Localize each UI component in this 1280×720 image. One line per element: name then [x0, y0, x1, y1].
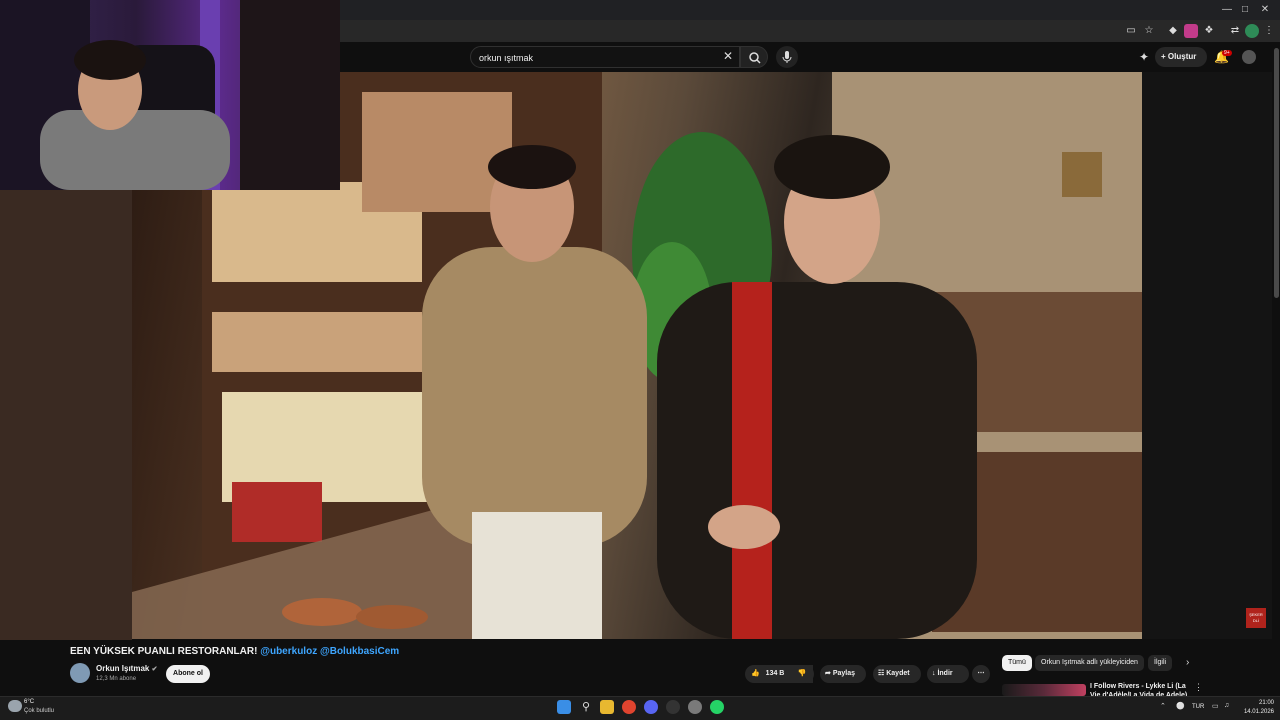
plus-icon: +: [1161, 52, 1166, 61]
microphone-tray-icon[interactable]: ⚪: [1176, 702, 1185, 710]
channel-avatar[interactable]: [70, 663, 90, 683]
video-right-fill: [1142, 72, 1272, 639]
tab-search-icon[interactable]: ⇄: [1228, 24, 1242, 38]
search-button[interactable]: [740, 46, 768, 68]
scrollbar-thumb[interactable]: [1274, 48, 1279, 298]
windows-taskbar: [0, 696, 1280, 720]
more-actions-button[interactable]: ⋯: [972, 665, 990, 683]
webcam-image: [0, 0, 340, 190]
windows-start-icon[interactable]: [557, 700, 571, 714]
create-button[interactable]: + Oluştur: [1155, 47, 1207, 67]
profile-avatar-icon[interactable]: [1245, 24, 1259, 38]
app-icon[interactable]: [688, 700, 702, 714]
video-title-mentions[interactable]: @uberkuloz @BolukbasiCem: [260, 646, 399, 657]
notifications-badge: 9+: [1222, 50, 1232, 56]
verified-check-icon: ✔: [151, 666, 158, 673]
bookmark-star-icon[interactable]: ☆: [1142, 24, 1156, 38]
webcam-overlay: [0, 0, 340, 190]
recommendation-thumbnail[interactable]: [1002, 684, 1086, 696]
chrome-browser-icon[interactable]: [622, 700, 636, 714]
share-label: Paylaş: [832, 670, 856, 677]
like-count: 134 B: [765, 670, 785, 677]
subscriber-count: 12,3 Mn abone: [96, 676, 137, 682]
video-title: EEN YÜKSEK PUANLI RESTORANLAR! @uberkulo…: [70, 646, 399, 657]
close-window-icon[interactable]: ✕: [1256, 3, 1274, 17]
download-button[interactable]: ↓ İndir: [927, 665, 969, 683]
channel-name-text: Orkun Işıtmak: [96, 664, 150, 673]
minimize-icon[interactable]: —: [1218, 3, 1236, 17]
extension-pink-icon[interactable]: [1184, 24, 1198, 38]
video-left-fill: [0, 190, 132, 640]
share-arrow-icon: ➦: [825, 670, 831, 677]
taskbar-search-icon[interactable]: ⚲: [579, 700, 593, 714]
extension-icon[interactable]: ◆: [1166, 24, 1180, 38]
system-tray-chevron-icon[interactable]: ⌃: [1160, 702, 1166, 710]
input-language[interactable]: TUR: [1192, 704, 1204, 710]
channel-watermark[interactable]: ŞEKER DLİ: [1246, 608, 1266, 628]
network-icon[interactable]: ▭: [1212, 702, 1219, 710]
chevron-right-icon[interactable]: ›: [1186, 657, 1189, 668]
recommendation-menu-icon[interactable]: ⋮: [1194, 682, 1203, 693]
download-icon: ↓: [932, 670, 936, 677]
weather-temperature: 6°C: [24, 699, 35, 705]
search-box: ✕: [470, 46, 740, 68]
recommendation-title[interactable]: I Follow Rivers - Lykke Li (La Vie d'Adè…: [1090, 682, 1190, 696]
download-label: İndir: [937, 670, 953, 677]
clock-time[interactable]: 21:00: [1240, 700, 1274, 706]
install-app-icon[interactable]: ▭: [1124, 24, 1138, 38]
maximize-icon[interactable]: □: [1236, 3, 1254, 17]
chip-all[interactable]: Tümü: [1002, 655, 1032, 671]
clock-date[interactable]: 14.01.2026: [1238, 709, 1274, 715]
weather-description: Çok bulutlu: [24, 708, 55, 714]
more-horizontal-icon: ⋯: [977, 670, 985, 677]
chip-related[interactable]: İlgili: [1148, 655, 1173, 671]
save-label: Kaydet: [886, 670, 910, 677]
dislike-button[interactable]: 👎: [790, 665, 814, 683]
discord-icon[interactable]: [644, 700, 658, 714]
browser-menu-icon[interactable]: ⋮: [1262, 24, 1276, 38]
voice-search-button[interactable]: [776, 46, 798, 68]
channel-name[interactable]: Orkun Işıtmak ✔: [96, 664, 157, 673]
account-avatar[interactable]: [1242, 50, 1256, 64]
cloud-weather-icon[interactable]: [8, 700, 22, 712]
video-title-text: EEN YÜKSEK PUANLI RESTORANLAR!: [70, 646, 258, 657]
create-label: Oluştur: [1167, 52, 1197, 61]
clear-search-icon[interactable]: ✕: [723, 49, 733, 63]
share-button[interactable]: ➦ Paylaş: [820, 665, 866, 683]
thumbs-up-icon: 👍: [751, 670, 760, 677]
obs-studio-icon[interactable]: [666, 700, 680, 714]
search-input[interactable]: [479, 50, 709, 66]
create-sparkle-icon[interactable]: ✦: [1139, 50, 1149, 64]
extensions-puzzle-icon[interactable]: ❖: [1202, 24, 1216, 38]
file-explorer-icon[interactable]: [600, 700, 614, 714]
microphone-icon: [782, 51, 792, 63]
volume-icon[interactable]: ♫: [1224, 702, 1229, 709]
save-playlist-icon: ☷: [878, 670, 885, 677]
search-icon: [749, 52, 761, 64]
chip-from-uploader[interactable]: Orkun Işıtmak adlı yükleyiciden: [1035, 655, 1144, 671]
thumbs-down-icon: 👎: [797, 670, 807, 677]
whatsapp-icon[interactable]: [710, 700, 724, 714]
save-button[interactable]: ☷ Kaydet: [873, 665, 921, 683]
subscribe-button[interactable]: Abone ol: [166, 665, 210, 683]
